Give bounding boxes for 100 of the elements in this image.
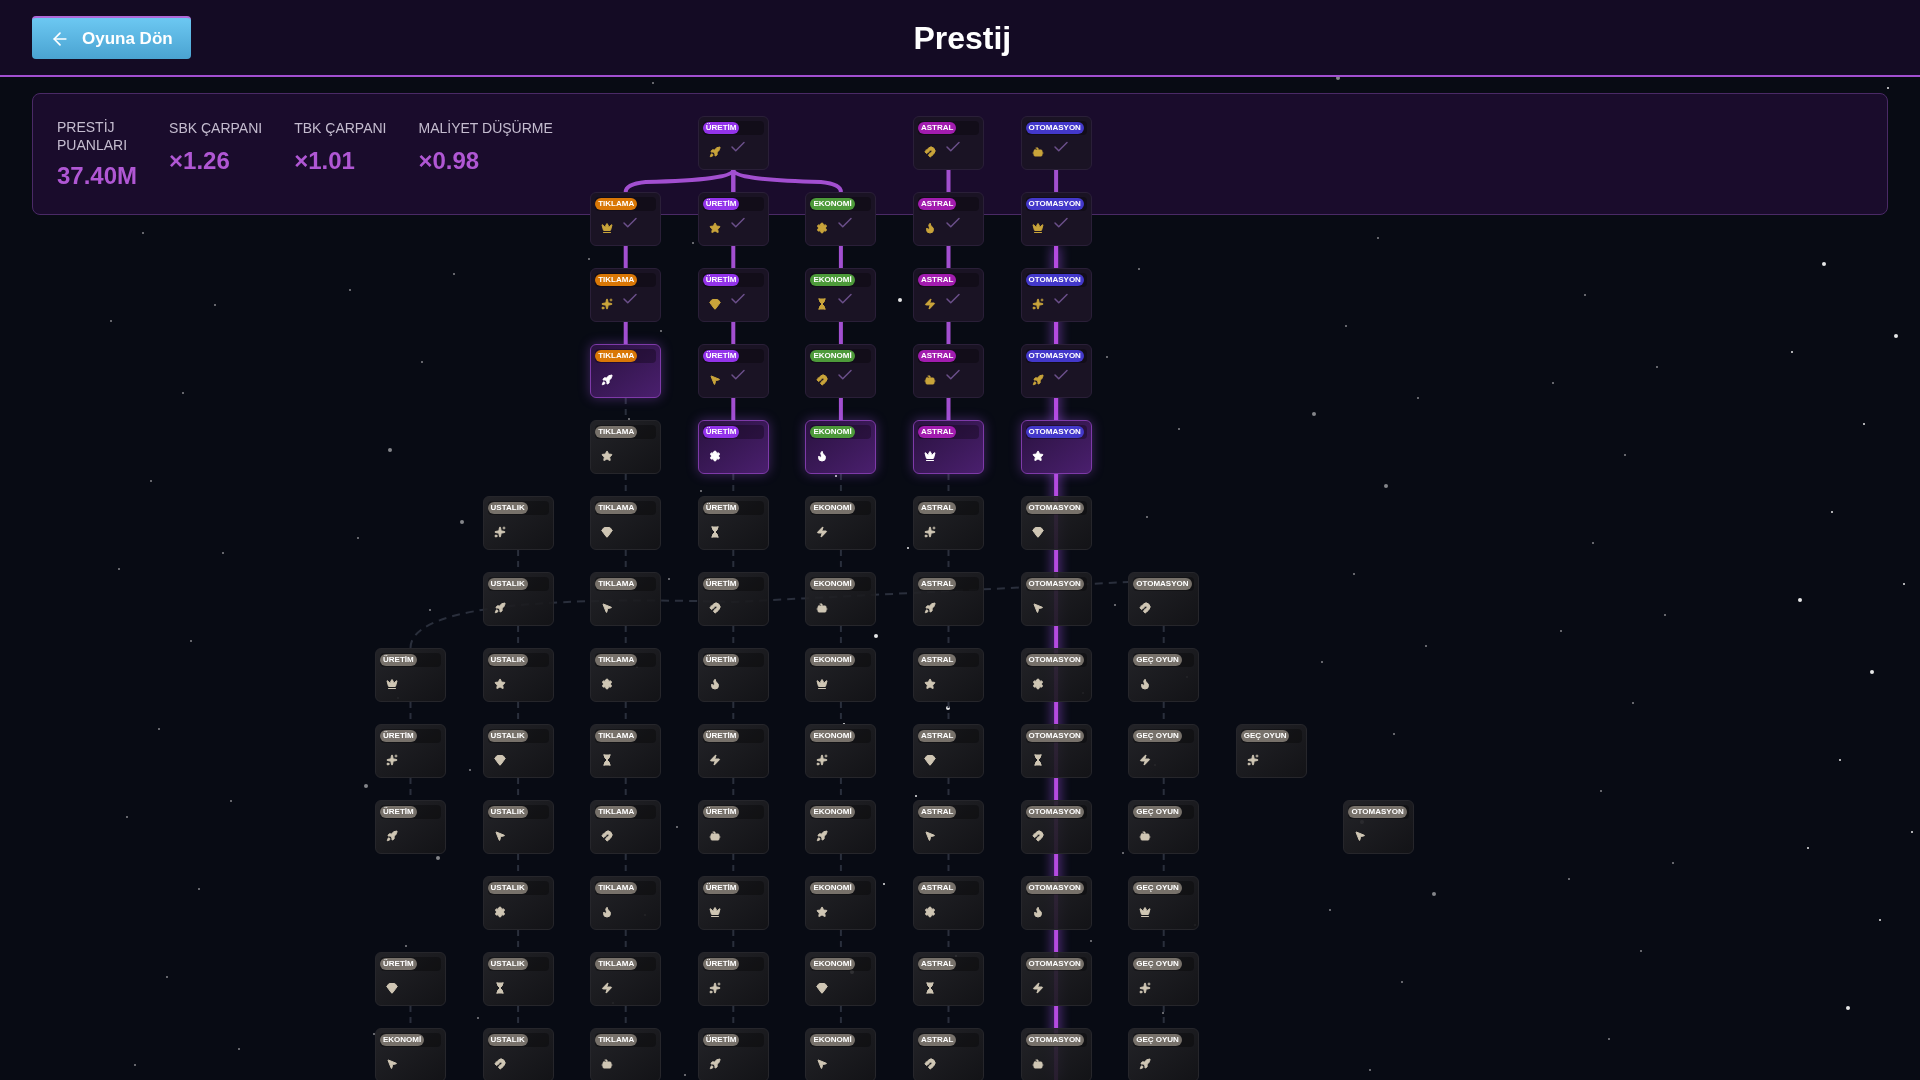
rocket-icon xyxy=(1031,374,1044,386)
skill-node[interactable]: ÜRETİM xyxy=(697,800,769,854)
connector-line xyxy=(838,398,843,420)
category-label: OTOMASYON xyxy=(1025,730,1084,742)
skill-node[interactable]: GEÇ OYUN xyxy=(1128,876,1200,930)
skill-node[interactable]: ÜRETİM xyxy=(697,192,769,246)
skill-node[interactable]: ÜRETİM xyxy=(375,724,446,778)
skill-node[interactable]: ÜRETİM xyxy=(697,344,769,398)
skill-node[interactable]: TIKLAMA xyxy=(590,1028,662,1080)
skill-node[interactable]: OTOMASYON xyxy=(1020,952,1092,1006)
skill-node[interactable]: OTOMASYON xyxy=(1020,496,1092,550)
skill-node[interactable]: USTALIK xyxy=(482,876,554,930)
skill-node[interactable]: TIKLAMA xyxy=(590,344,662,398)
skill-node[interactable]: ÜRETİM xyxy=(697,496,769,550)
skill-node[interactable]: USTALIK xyxy=(482,724,554,778)
skill-node[interactable]: ÜRETİM xyxy=(697,648,769,702)
skill-node[interactable]: EKONOMİ xyxy=(805,420,877,474)
skill-node[interactable]: USTALIK xyxy=(482,800,554,854)
skill-node[interactable]: ASTRAL xyxy=(913,496,984,550)
skill-node[interactable]: EKONOMİ xyxy=(375,1028,446,1080)
skill-node[interactable]: ASTRAL xyxy=(913,268,984,322)
skill-node[interactable]: OTOMASYON xyxy=(1343,800,1415,854)
skill-node[interactable]: ASTRAL xyxy=(913,344,984,398)
skill-node[interactable]: EKONOMİ xyxy=(805,1028,877,1080)
skill-node[interactable]: TIKLAMA xyxy=(590,420,662,474)
skill-node[interactable]: OTOMASYON xyxy=(1020,800,1092,854)
category-label: TIKLAMA xyxy=(595,806,638,818)
skill-node[interactable]: TIKLAMA xyxy=(590,800,662,854)
skill-node[interactable]: USTALIK xyxy=(482,1028,554,1080)
skill-node[interactable]: ÜRETİM xyxy=(697,420,769,474)
skill-node[interactable]: TIKLAMA xyxy=(590,572,662,626)
skill-node[interactable]: OTOMASYON xyxy=(1020,116,1092,170)
skill-node[interactable]: USTALIK xyxy=(482,952,554,1006)
skill-node[interactable]: ASTRAL xyxy=(913,192,984,246)
skill-node[interactable]: ÜRETİM xyxy=(697,876,769,930)
skill-node[interactable]: ÜRETİM xyxy=(697,572,769,626)
skill-node[interactable]: ÜRETİM xyxy=(375,952,446,1006)
skill-node[interactable]: ASTRAL xyxy=(913,420,984,474)
skill-node[interactable]: ASTRAL xyxy=(913,876,984,930)
hourglass-icon xyxy=(1031,754,1044,766)
skill-node[interactable]: EKONOMİ xyxy=(805,572,877,626)
skill-node[interactable]: GEÇ OYUN xyxy=(1128,952,1200,1006)
skill-node[interactable]: ASTRAL xyxy=(913,952,984,1006)
crown-icon xyxy=(708,906,721,918)
skill-node[interactable]: GEÇ OYUN xyxy=(1128,800,1200,854)
skill-node[interactable]: TIKLAMA xyxy=(590,876,662,930)
skill-node[interactable]: OTOMASYON xyxy=(1020,344,1092,398)
lightning-icon xyxy=(1031,982,1044,994)
skill-node[interactable]: ÜRETİM xyxy=(697,116,769,170)
skill-node[interactable]: ÜRETİM xyxy=(697,724,769,778)
skill-node[interactable]: TIKLAMA xyxy=(590,648,662,702)
skill-node[interactable]: GEÇ OYUN xyxy=(1128,648,1200,702)
skill-node[interactable]: EKONOMİ xyxy=(805,648,877,702)
skill-node[interactable]: ÜRETİM xyxy=(697,1028,769,1080)
category-label: EKONOMİ xyxy=(810,198,855,210)
skill-node[interactable]: TIKLAMA xyxy=(590,952,662,1006)
skill-node[interactable]: ÜRETİM xyxy=(375,648,446,702)
category-label: ÜRETİM xyxy=(380,730,417,742)
skill-node[interactable]: ASTRAL xyxy=(913,800,984,854)
skill-node[interactable]: ÜRETİM xyxy=(697,268,769,322)
skill-node[interactable]: OTOMASYON xyxy=(1020,876,1092,930)
gem-icon xyxy=(924,754,936,766)
skill-node[interactable]: TIKLAMA xyxy=(590,268,662,322)
skill-node[interactable]: TIKLAMA xyxy=(590,724,662,778)
skill-node[interactable]: EKONOMİ xyxy=(805,800,877,854)
skill-node[interactable]: TIKLAMA xyxy=(590,496,662,550)
skill-node[interactable]: ÜRETİM xyxy=(375,800,446,854)
skill-node[interactable]: EKONOMİ xyxy=(805,496,877,550)
skill-node[interactable]: EKONOMİ xyxy=(805,952,877,1006)
skill-node[interactable]: OTOMASYON xyxy=(1020,268,1092,322)
skill-node[interactable]: OTOMASYON xyxy=(1020,1028,1092,1080)
connector-line xyxy=(838,322,843,344)
skill-node[interactable]: EKONOMİ xyxy=(805,876,877,930)
skill-node[interactable]: OTOMASYON xyxy=(1020,724,1092,778)
skill-node[interactable]: ASTRAL xyxy=(913,1028,984,1080)
skill-node[interactable]: OTOMASYON xyxy=(1020,192,1092,246)
skill-node[interactable]: EKONOMİ xyxy=(805,192,877,246)
skill-node[interactable]: EKONOMİ xyxy=(805,344,877,398)
skill-node[interactable]: OTOMASYON xyxy=(1128,572,1200,626)
skill-node[interactable]: USTALIK xyxy=(482,572,554,626)
hourglass-icon xyxy=(816,298,829,310)
skill-node[interactable]: USTALIK xyxy=(482,648,554,702)
skill-node[interactable]: ÜRETİM xyxy=(697,952,769,1006)
skill-node[interactable]: OTOMASYON xyxy=(1020,572,1092,626)
skill-node[interactable]: EKONOMİ xyxy=(805,268,877,322)
category-label: EKONOMİ xyxy=(810,882,855,894)
category-label: ÜRETİM xyxy=(702,654,740,666)
skill-node[interactable]: USTALIK xyxy=(482,496,554,550)
skill-node[interactable]: GEÇ OYUN xyxy=(1235,724,1307,778)
skill-node[interactable]: TIKLAMA xyxy=(590,192,662,246)
skill-node[interactable]: ASTRAL xyxy=(913,116,984,170)
skill-node[interactable]: ASTRAL xyxy=(913,572,984,626)
skill-node[interactable]: ASTRAL xyxy=(913,648,984,702)
skill-node[interactable]: GEÇ OYUN xyxy=(1128,724,1200,778)
category-label: EKONOMİ xyxy=(810,578,855,590)
skill-node[interactable]: ASTRAL xyxy=(913,724,984,778)
skill-node[interactable]: OTOMASYON xyxy=(1020,648,1092,702)
skill-node[interactable]: EKONOMİ xyxy=(805,724,877,778)
skill-node[interactable]: GEÇ OYUN xyxy=(1128,1028,1200,1080)
skill-node[interactable]: OTOMASYON xyxy=(1020,420,1092,474)
